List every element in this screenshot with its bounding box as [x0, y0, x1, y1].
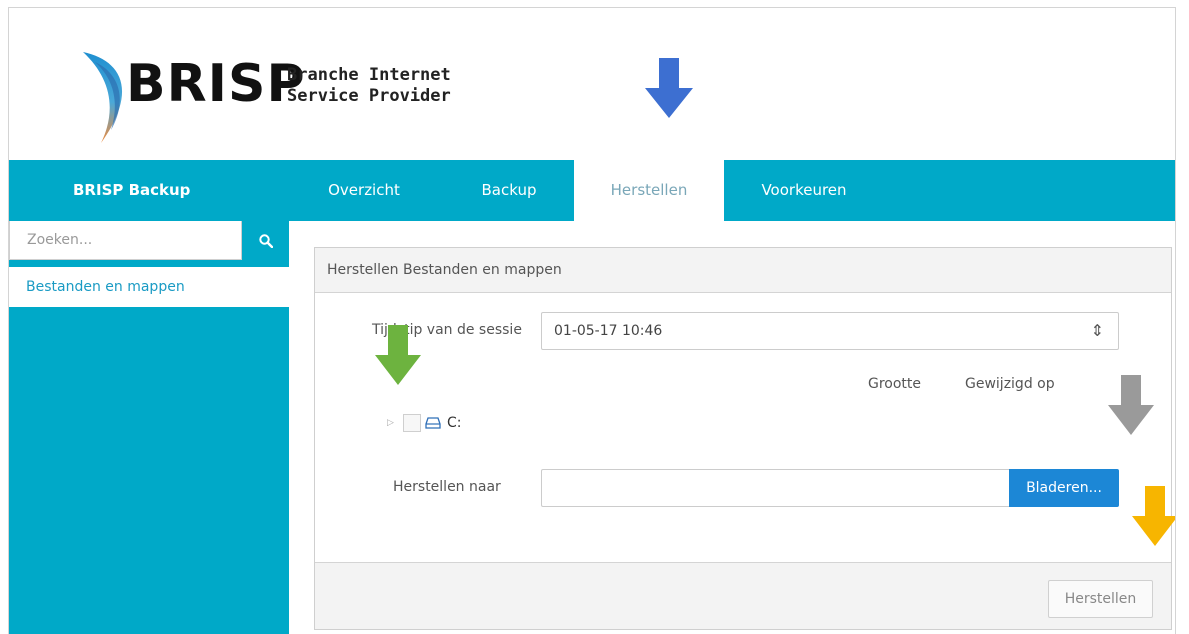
tab-herstellen[interactable]: Herstellen — [574, 160, 724, 221]
restore-to-input[interactable] — [541, 469, 1009, 507]
logo-subtitle-line1: Branche Internet — [287, 65, 451, 85]
browse-button[interactable]: Bladeren... — [1009, 469, 1119, 507]
tree-checkbox[interactable] — [403, 414, 421, 432]
column-modified: Gewijzigd op — [965, 376, 1055, 392]
restore-to-label: Herstellen naar — [393, 479, 501, 495]
tab-overzicht[interactable]: Overzicht — [309, 160, 419, 221]
search-input[interactable]: Zoeken... — [9, 221, 242, 260]
restore-panel: Herstellen Bestanden en mappen Tijdstip … — [314, 247, 1172, 630]
search-button[interactable] — [242, 221, 289, 260]
gray-arrow-icon — [1108, 375, 1154, 435]
expand-triangle-icon[interactable]: ▷ — [387, 418, 399, 428]
sidebar-item-bestanden[interactable]: Bestanden en mappen — [9, 267, 289, 307]
app-window: BRISP Branche Internet Service Provider … — [8, 7, 1176, 634]
brisp-logo: BRISP Branche Internet Service Provider — [81, 50, 501, 150]
tab-backup[interactable]: Backup — [459, 160, 559, 221]
logo-subtitle: Branche Internet Service Provider — [287, 65, 451, 107]
drive-label[interactable]: C: — [447, 415, 462, 431]
logo-wordmark: BRISP — [126, 54, 306, 114]
yellow-arrow-icon — [1132, 486, 1175, 546]
nav-brand[interactable]: BRISP Backup — [73, 160, 190, 221]
search-icon — [258, 233, 273, 248]
top-nav: BRISP Backup Overzicht Backup Herstellen… — [9, 160, 1175, 221]
panel-title: Herstellen Bestanden en mappen — [315, 248, 1171, 293]
drive-icon — [425, 417, 441, 429]
sidebar: Zoeken... Bestanden en mappen — [9, 221, 289, 634]
updown-caret-icon: ⇕ — [1090, 321, 1104, 340]
green-arrow-icon — [375, 325, 421, 385]
session-select[interactable]: 01-05-17 10:46 ⇕ — [541, 312, 1119, 350]
restore-button[interactable]: Herstellen — [1048, 580, 1153, 618]
tree-node-c: ▷ C: — [387, 413, 462, 433]
tab-voorkeuren[interactable]: Voorkeuren — [749, 160, 859, 221]
column-size: Grootte — [868, 376, 922, 392]
logo-subtitle-line2: Service Provider — [287, 86, 451, 106]
panel-footer: Herstellen — [315, 562, 1171, 629]
session-value: 01-05-17 10:46 — [554, 323, 663, 339]
blue-arrow-icon — [645, 58, 693, 118]
